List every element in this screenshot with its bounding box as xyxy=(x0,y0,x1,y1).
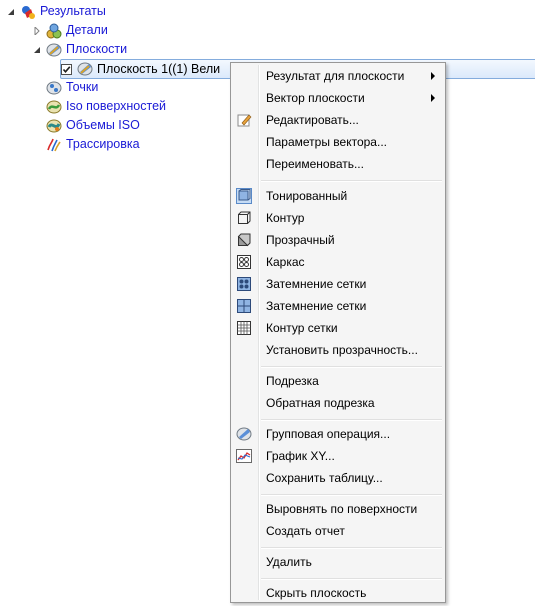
menu-item-label: Затемнение сетки xyxy=(266,277,367,291)
tree-node-iso-volumes[interactable]: Объемы ISO xyxy=(46,116,140,135)
menu-item-plane-result[interactable]: Результат для плоскости xyxy=(233,65,443,87)
menu-item-label: Создать отчет xyxy=(266,524,345,538)
menu-item-shaded[interactable]: Тонированный xyxy=(233,185,443,207)
menu-item-label: Переименовать... xyxy=(266,157,364,171)
edit-icon xyxy=(236,112,252,128)
tree-node-label: Результаты xyxy=(40,4,106,18)
menu-item-vector-params[interactable]: Параметры вектора... xyxy=(233,131,443,153)
tree-node-label: Iso поверхностей xyxy=(66,99,167,113)
menu-item-edit[interactable]: Редактировать... xyxy=(233,109,443,131)
outline-icon xyxy=(236,210,252,226)
tree-node-label: Плоскости xyxy=(66,42,128,56)
menu-item-label: Результат для плоскости xyxy=(266,69,405,83)
menu-item-save-table[interactable]: Сохранить таблицу... xyxy=(233,467,443,489)
menu-item-set-transparency[interactable]: Установить прозрачность... xyxy=(233,339,443,361)
wireframe-icon xyxy=(236,254,252,270)
mesh-shade-icon xyxy=(236,276,252,292)
menu-separator xyxy=(261,180,442,182)
visibility-checkbox[interactable] xyxy=(61,63,72,75)
tree-node-tracing[interactable]: Трассировка xyxy=(46,135,140,154)
menu-item-label: Установить прозрачность... xyxy=(266,343,418,357)
points-icon xyxy=(46,80,62,96)
menu-item-rename[interactable]: Переименовать... xyxy=(233,153,443,175)
plane-icon xyxy=(77,61,93,77)
menu-item-delete[interactable]: Удалить xyxy=(233,551,443,573)
menu-item-label: Вектор плоскости xyxy=(266,91,365,105)
plane-icon xyxy=(46,42,62,58)
submenu-arrow-icon xyxy=(431,94,435,102)
tree-node-label: Объемы ISO xyxy=(66,118,140,132)
tree-node-parts[interactable]: Детали xyxy=(32,21,108,40)
menu-item-label: Прозрачный xyxy=(266,233,335,247)
menu-item-label: Сохранить таблицу... xyxy=(266,471,383,485)
tree-node-results[interactable]: Результаты xyxy=(6,2,106,21)
mesh-outline-icon xyxy=(236,320,252,336)
menu-item-mesh-outline[interactable]: Контур сетки xyxy=(233,317,443,339)
menu-separator xyxy=(261,578,442,580)
xy-chart-icon xyxy=(236,448,252,464)
menu-item-reverse-clip[interactable]: Обратная подрезка xyxy=(233,392,443,414)
menu-item-mesh-shade-2[interactable]: Затемнение сетки xyxy=(233,295,443,317)
iso-volume-icon xyxy=(46,118,62,134)
trace-icon xyxy=(46,137,62,153)
menu-separator xyxy=(261,547,442,549)
tree-node-label: Детали xyxy=(66,23,108,37)
group-op-icon xyxy=(236,426,252,442)
expanded-arrow-icon[interactable] xyxy=(32,45,42,55)
mesh-shade-2-icon xyxy=(236,298,252,314)
shaded-icon xyxy=(236,188,252,204)
menu-separator xyxy=(261,366,442,368)
menu-item-label: Удалить xyxy=(266,555,312,569)
menu-item-plane-vector[interactable]: Вектор плоскости xyxy=(233,87,443,109)
menu-item-label: Скрыть плоскость xyxy=(266,586,367,600)
menu-item-label: Подрезка xyxy=(266,374,319,388)
context-menu: Результат для плоскости Вектор плоскости… xyxy=(230,62,446,603)
expanded-arrow-icon[interactable] xyxy=(6,7,16,17)
transparent-icon xyxy=(236,232,252,248)
menu-item-label: Выровнять по поверхности xyxy=(266,502,418,516)
menu-separator xyxy=(261,419,442,421)
menu-item-label: Групповая операция... xyxy=(266,427,391,441)
menu-item-hide-plane[interactable]: Скрыть плоскость xyxy=(233,582,443,604)
tree-node-points[interactable]: Точки xyxy=(46,78,98,97)
iso-surface-icon xyxy=(46,99,62,115)
menu-item-create-report[interactable]: Создать отчет xyxy=(233,520,443,542)
menu-item-transparent[interactable]: Прозрачный xyxy=(233,229,443,251)
menu-item-label: Затемнение сетки xyxy=(266,299,367,313)
tree-node-label: Трассировка xyxy=(66,137,140,151)
menu-item-label: Каркас xyxy=(266,255,305,269)
menu-item-wireframe[interactable]: Каркас xyxy=(233,251,443,273)
collapsed-arrow-icon[interactable] xyxy=(32,26,42,36)
menu-item-group-operation[interactable]: Групповая операция... xyxy=(233,423,443,445)
results-icon xyxy=(20,4,36,20)
menu-item-mesh-shade[interactable]: Затемнение сетки xyxy=(233,273,443,295)
tree-node-label: Точки xyxy=(66,80,99,94)
menu-item-label: Параметры вектора... xyxy=(266,135,387,149)
menu-item-align-to-surface[interactable]: Выровнять по поверхности xyxy=(233,498,443,520)
menu-item-label: Обратная подрезка xyxy=(266,396,375,410)
menu-item-label: Контур сетки xyxy=(266,321,338,335)
menu-item-outline[interactable]: Контур xyxy=(233,207,443,229)
menu-item-label: График XY... xyxy=(266,449,335,463)
tree-node-planes[interactable]: Плоскости xyxy=(32,40,127,59)
menu-item-xy-chart[interactable]: График XY... xyxy=(233,445,443,467)
submenu-arrow-icon xyxy=(431,72,435,80)
menu-item-clip[interactable]: Подрезка xyxy=(233,370,443,392)
parts-icon xyxy=(46,23,62,39)
tree-node-label: Плоскость 1((1) Вели xyxy=(97,61,221,76)
tree-node-iso-surfaces[interactable]: Iso поверхностей xyxy=(46,97,166,116)
menu-separator xyxy=(261,494,442,496)
menu-item-label: Тонированный xyxy=(266,189,348,203)
menu-item-label: Контур xyxy=(266,211,305,225)
menu-item-label: Редактировать... xyxy=(266,113,359,127)
